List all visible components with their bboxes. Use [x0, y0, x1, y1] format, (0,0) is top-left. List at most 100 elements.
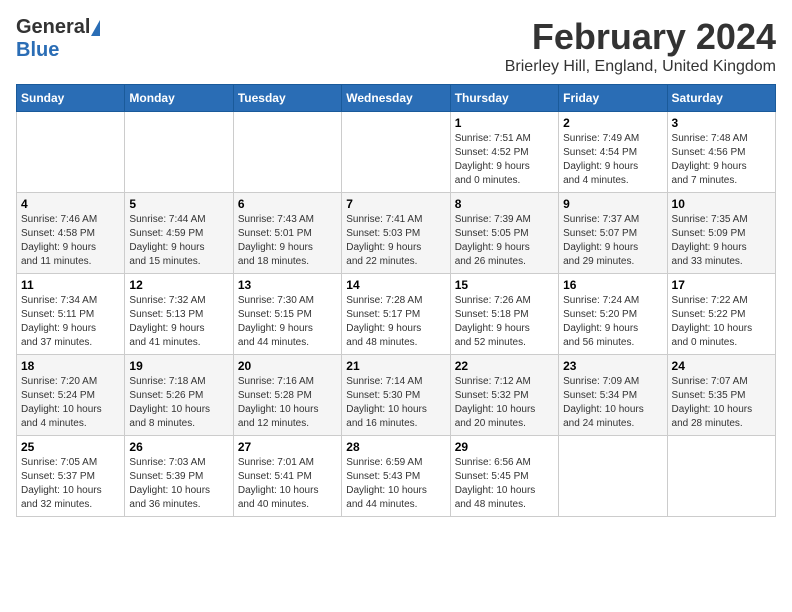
- logo: General Blue: [16, 16, 100, 62]
- day-info: Sunrise: 7:20 AM Sunset: 5:24 PM Dayligh…: [21, 375, 120, 431]
- weekday-header-monday: Monday: [125, 85, 233, 112]
- calendar-cell: [559, 436, 667, 517]
- day-info: Sunrise: 7:22 AM Sunset: 5:22 PM Dayligh…: [672, 294, 771, 350]
- weekday-header-sunday: Sunday: [17, 85, 125, 112]
- day-info: Sunrise: 7:16 AM Sunset: 5:28 PM Dayligh…: [238, 375, 337, 431]
- day-info: Sunrise: 7:35 AM Sunset: 5:09 PM Dayligh…: [672, 213, 771, 269]
- calendar-week-1: 1Sunrise: 7:51 AM Sunset: 4:52 PM Daylig…: [17, 112, 776, 193]
- day-number: 4: [21, 197, 120, 211]
- calendar-cell: 28Sunrise: 6:59 AM Sunset: 5:43 PM Dayli…: [342, 436, 450, 517]
- calendar-cell: 12 Sunrise: 7:32 AM Sunset: 5:13 PM Dayli…: [125, 274, 233, 355]
- weekday-header-row: SundayMondayTuesdayWednesdayThursdayFrid…: [17, 85, 776, 112]
- day-number: 25: [21, 440, 120, 454]
- logo-blue-text: Blue: [16, 39, 59, 62]
- calendar-cell: [667, 436, 775, 517]
- calendar-cell: 20 Sunrise: 7:16 AM Sunset: 5:28 PM Dayli…: [233, 355, 341, 436]
- calendar-cell: [125, 112, 233, 193]
- calendar-cell: 3Sunrise: 7:48 AM Sunset: 4:56 PM Daylig…: [667, 112, 775, 193]
- day-info: Sunrise: 7:09 AM Sunset: 5:34 PM Dayligh…: [563, 375, 662, 431]
- day-number: 19: [129, 359, 228, 373]
- calendar-cell: 15 Sunrise: 7:26 AM Sunset: 5:18 PM Dayli…: [450, 274, 558, 355]
- day-info: Sunrise: 7:39 AM Sunset: 5:05 PM Dayligh…: [455, 213, 554, 269]
- calendar-cell: [342, 112, 450, 193]
- day-number: 5: [129, 197, 228, 211]
- calendar-cell: 6 Sunrise: 7:43 AM Sunset: 5:01 PM Daylig…: [233, 193, 341, 274]
- calendar-cell: 21Sunrise: 7:14 AM Sunset: 5:30 PM Dayli…: [342, 355, 450, 436]
- calendar-cell: 4 Sunrise: 7:46 AM Sunset: 4:58 PM Daylig…: [17, 193, 125, 274]
- calendar-cell: 5 Sunrise: 7:44 AM Sunset: 4:59 PM Daylig…: [125, 193, 233, 274]
- day-number: 28: [346, 440, 445, 454]
- logo-general-text: General: [16, 16, 90, 39]
- day-info: Sunrise: 7:12 AM Sunset: 5:32 PM Dayligh…: [455, 375, 554, 431]
- calendar-cell: 27 Sunrise: 7:01 AM Sunset: 5:41 PM Dayli…: [233, 436, 341, 517]
- day-info: Sunrise: 7:26 AM Sunset: 5:18 PM Dayligh…: [455, 294, 554, 350]
- weekday-header-thursday: Thursday: [450, 85, 558, 112]
- day-info: Sunrise: 7:51 AM Sunset: 4:52 PM Dayligh…: [455, 132, 554, 188]
- day-info: Sunrise: 7:49 AM Sunset: 4:54 PM Dayligh…: [563, 132, 662, 188]
- day-number: 18: [21, 359, 120, 373]
- day-number: 16: [563, 278, 662, 292]
- day-number: 6: [238, 197, 337, 211]
- day-number: 8: [455, 197, 554, 211]
- day-number: 26: [129, 440, 228, 454]
- calendar-cell: 1Sunrise: 7:51 AM Sunset: 4:52 PM Daylig…: [450, 112, 558, 193]
- calendar-cell: 14 Sunrise: 7:28 AM Sunset: 5:17 PM Dayli…: [342, 274, 450, 355]
- day-number: 2: [563, 116, 662, 130]
- day-info: Sunrise: 7:18 AM Sunset: 5:26 PM Dayligh…: [129, 375, 228, 431]
- day-number: 17: [672, 278, 771, 292]
- day-info: Sunrise: 7:28 AM Sunset: 5:17 PM Dayligh…: [346, 294, 445, 350]
- day-number: 12: [129, 278, 228, 292]
- title-area: February 2024 Brierley Hill, England, Un…: [505, 16, 776, 76]
- calendar-cell: 19 Sunrise: 7:18 AM Sunset: 5:26 PM Dayli…: [125, 355, 233, 436]
- weekday-header-friday: Friday: [559, 85, 667, 112]
- day-number: 3: [672, 116, 771, 130]
- day-info: Sunrise: 7:44 AM Sunset: 4:59 PM Dayligh…: [129, 213, 228, 269]
- day-number: 20: [238, 359, 337, 373]
- location-title: Brierley Hill, England, United Kingdom: [505, 58, 776, 76]
- day-info: Sunrise: 7:05 AM Sunset: 5:37 PM Dayligh…: [21, 456, 120, 512]
- day-number: 22: [455, 359, 554, 373]
- day-info: Sunrise: 7:14 AM Sunset: 5:30 PM Dayligh…: [346, 375, 445, 431]
- day-number: 10: [672, 197, 771, 211]
- day-info: Sunrise: 7:01 AM Sunset: 5:41 PM Dayligh…: [238, 456, 337, 512]
- calendar-cell: [17, 112, 125, 193]
- day-info: Sunrise: 7:46 AM Sunset: 4:58 PM Dayligh…: [21, 213, 120, 269]
- day-number: 14: [346, 278, 445, 292]
- calendar-cell: 8 Sunrise: 7:39 AM Sunset: 5:05 PM Daylig…: [450, 193, 558, 274]
- day-info: Sunrise: 7:30 AM Sunset: 5:15 PM Dayligh…: [238, 294, 337, 350]
- day-number: 27: [238, 440, 337, 454]
- calendar-cell: 22 Sunrise: 7:12 AM Sunset: 5:32 PM Dayli…: [450, 355, 558, 436]
- day-info: Sunrise: 7:43 AM Sunset: 5:01 PM Dayligh…: [238, 213, 337, 269]
- calendar-cell: 23 Sunrise: 7:09 AM Sunset: 5:34 PM Dayli…: [559, 355, 667, 436]
- day-number: 15: [455, 278, 554, 292]
- day-info: Sunrise: 7:41 AM Sunset: 5:03 PM Dayligh…: [346, 213, 445, 269]
- day-info: Sunrise: 7:34 AM Sunset: 5:11 PM Dayligh…: [21, 294, 120, 350]
- calendar-cell: 29Sunrise: 6:56 AM Sunset: 5:45 PM Dayli…: [450, 436, 558, 517]
- calendar-cell: 13Sunrise: 7:30 AM Sunset: 5:15 PM Dayli…: [233, 274, 341, 355]
- calendar-week-5: 25 Sunrise: 7:05 AM Sunset: 5:37 PM Dayli…: [17, 436, 776, 517]
- weekday-header-saturday: Saturday: [667, 85, 775, 112]
- calendar-cell: 2 Sunrise: 7:49 AM Sunset: 4:54 PM Daylig…: [559, 112, 667, 193]
- calendar-cell: 26Sunrise: 7:03 AM Sunset: 5:39 PM Dayli…: [125, 436, 233, 517]
- calendar-cell: 10 Sunrise: 7:35 AM Sunset: 5:09 PM Dayli…: [667, 193, 775, 274]
- day-number: 24: [672, 359, 771, 373]
- calendar-cell: 18 Sunrise: 7:20 AM Sunset: 5:24 PM Dayli…: [17, 355, 125, 436]
- calendar-cell: 16 Sunrise: 7:24 AM Sunset: 5:20 PM Dayli…: [559, 274, 667, 355]
- calendar-cell: 7Sunrise: 7:41 AM Sunset: 5:03 PM Daylig…: [342, 193, 450, 274]
- day-number: 9: [563, 197, 662, 211]
- calendar-cell: 24 Sunrise: 7:07 AM Sunset: 5:35 PM Dayli…: [667, 355, 775, 436]
- day-number: 11: [21, 278, 120, 292]
- calendar-cell: [233, 112, 341, 193]
- month-title: February 2024: [505, 16, 776, 58]
- calendar-week-2: 4 Sunrise: 7:46 AM Sunset: 4:58 PM Daylig…: [17, 193, 776, 274]
- logo-triangle-icon: [91, 20, 100, 36]
- day-number: 23: [563, 359, 662, 373]
- calendar-cell: 11 Sunrise: 7:34 AM Sunset: 5:11 PM Dayli…: [17, 274, 125, 355]
- day-info: Sunrise: 7:32 AM Sunset: 5:13 PM Dayligh…: [129, 294, 228, 350]
- day-info: Sunrise: 7:24 AM Sunset: 5:20 PM Dayligh…: [563, 294, 662, 350]
- calendar-table: SundayMondayTuesdayWednesdayThursdayFrid…: [16, 84, 776, 517]
- calendar-cell: 25 Sunrise: 7:05 AM Sunset: 5:37 PM Dayli…: [17, 436, 125, 517]
- day-info: Sunrise: 7:07 AM Sunset: 5:35 PM Dayligh…: [672, 375, 771, 431]
- calendar-cell: 17 Sunrise: 7:22 AM Sunset: 5:22 PM Dayli…: [667, 274, 775, 355]
- header: General Blue February 2024 Brierley Hill…: [16, 16, 776, 76]
